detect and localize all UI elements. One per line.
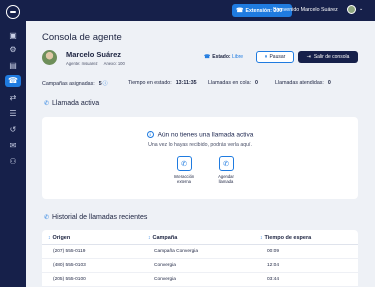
stat-value: 13:11:35 [175, 80, 197, 86]
table-row[interactable]: (480) 555-0103 Convergia 12:04 [42, 259, 358, 273]
sidebar: ▣ ⚙ ▤ ☎ ⇄ ☰ ↺ ✉ ⚇ [0, 0, 26, 287]
monitor-icon[interactable]: ▣ [5, 30, 21, 42]
phone-status-icon: ☎ [204, 54, 211, 60]
agent-details: Agente: msuarez Anexo: 100 [66, 61, 125, 66]
stat-assigned-campaigns: Campañas asignadas: 5ⓘ [42, 80, 108, 87]
sort-icon: ↕ [48, 235, 51, 241]
external-interaction-button[interactable]: ✆ Interacción externa [164, 156, 204, 185]
users-icon[interactable]: ⚇ [5, 156, 21, 168]
settings-icon[interactable]: ⚙ [5, 44, 21, 56]
welcome-text: Bienvenido Marcelo Suárez [273, 7, 338, 13]
phone-call-icon: ✆ [44, 101, 50, 107]
cell-origin: (205) 555-0100 [53, 277, 86, 282]
exit-label: Salir de consola [313, 54, 350, 60]
action-label: Interacción externa [173, 174, 195, 185]
transfer-icon[interactable]: ⇄ [5, 92, 21, 104]
stat-value: 0 [255, 80, 258, 86]
cell-wait-time: 00:09 [267, 249, 280, 254]
chat-icon[interactable]: ✉ [5, 140, 21, 152]
status-value: Libre [231, 54, 244, 60]
table-row[interactable]: (205) 555-0100 Convergia 03:44 [42, 273, 358, 287]
page-title: Consola de agente [42, 32, 122, 43]
table-row[interactable]: (207) 555-0119 Campaña Convergia 00:09 [42, 245, 358, 259]
pause-label: Pausar [269, 54, 286, 60]
pause-icon: ⏸ [264, 53, 268, 60]
exit-icon: ⇥ [306, 54, 311, 60]
table-header: ↕ Origen ↕ Campaña ↕ Tiempo de espera [42, 230, 358, 245]
phone-icon[interactable]: ☎ [5, 75, 21, 87]
stat-queued-calls: Llamadas en cola: 0 [208, 80, 258, 86]
cell-campaign: Convergia [154, 277, 176, 282]
agent-username: Agente: msuarez [66, 61, 98, 66]
empty-title-text: Aún no tienes una llamada activa [157, 131, 254, 139]
cell-wait-time: 03:44 [267, 277, 280, 282]
cell-origin: (480) 555-0103 [53, 263, 86, 268]
phone-schedule-icon: ✆ [218, 156, 234, 171]
info-icon: i [146, 131, 154, 138]
stat-label: Tiempo en estado: [128, 80, 172, 86]
sort-icon: ↕ [260, 235, 263, 241]
active-call-card: i Aún no tienes una llamada activa Una ve… [42, 117, 358, 199]
stat-time-in-state: Tiempo en estado: 13:11:35 [128, 80, 197, 86]
stat-attended-calls: Llamadas atendidas: 0 [275, 80, 331, 86]
cell-origin: (207) 555-0119 [53, 249, 86, 254]
chevron-down-icon[interactable]: ⌄ [359, 6, 363, 12]
chart-icon[interactable]: ▤ [5, 60, 21, 72]
call-history-heading: ✆ Historial de llamadas recientes [44, 214, 147, 221]
action-label: Agendar llamada [218, 174, 234, 185]
column-header-campaign[interactable]: ↕ Campaña [148, 235, 177, 241]
sort-icon: ↕ [148, 235, 151, 241]
column-header-wait-time[interactable]: ↕ Tiempo de espera [260, 235, 311, 241]
phone-transfer-icon: ✆ [176, 156, 192, 171]
empty-state-title: i Aún no tienes una llamada activa [42, 131, 358, 139]
stat-value: 0 [327, 80, 331, 86]
user-avatar[interactable] [347, 5, 356, 14]
pause-button[interactable]: ⏸ Pausar [256, 51, 294, 63]
stat-label: Llamadas atendidas: [275, 80, 324, 86]
stat-value: 5 [98, 81, 102, 87]
section-title-text: Historial de llamadas recientes [52, 214, 148, 221]
history-icon[interactable]: ↺ [5, 124, 21, 136]
call-history-table: ↕ Origen ↕ Campaña ↕ Tiempo de espera (207)… [42, 230, 358, 287]
section-title-text: Llamada activa [52, 100, 100, 107]
schedule-call-button[interactable]: ✆ Agendar llamada [206, 156, 246, 185]
cell-campaign: Campaña Convergia [154, 249, 198, 254]
cell-campaign: Convergia [154, 263, 176, 268]
agent-avatar [42, 50, 57, 65]
empty-state-subtitle: Una vez lo hayas recibido, podrás verla … [148, 142, 252, 148]
list-icon[interactable]: ☰ [5, 108, 21, 120]
column-header-origin[interactable]: ↕ Origen [48, 235, 70, 241]
info-icon[interactable]: ⓘ [103, 81, 108, 87]
active-call-heading: ✆ Llamada activa [44, 100, 99, 107]
agent-name: Marcelo Suárez [66, 50, 122, 59]
agent-extension: Anexo: 100 [103, 61, 125, 66]
cell-wait-time: 12:04 [267, 263, 280, 268]
stat-label: Campañas asignadas: [42, 81, 95, 87]
status-label: Estado: [212, 54, 231, 60]
agent-status: ☎ Estado: Libre [204, 54, 243, 60]
app-logo[interactable] [6, 5, 20, 19]
stat-label: Llamadas en cola: [208, 80, 251, 86]
exit-console-button[interactable]: ⇥ Salir de consola [298, 51, 358, 63]
phone-icon: ☎ [236, 8, 244, 14]
phone-call-icon: ✆ [44, 215, 50, 221]
